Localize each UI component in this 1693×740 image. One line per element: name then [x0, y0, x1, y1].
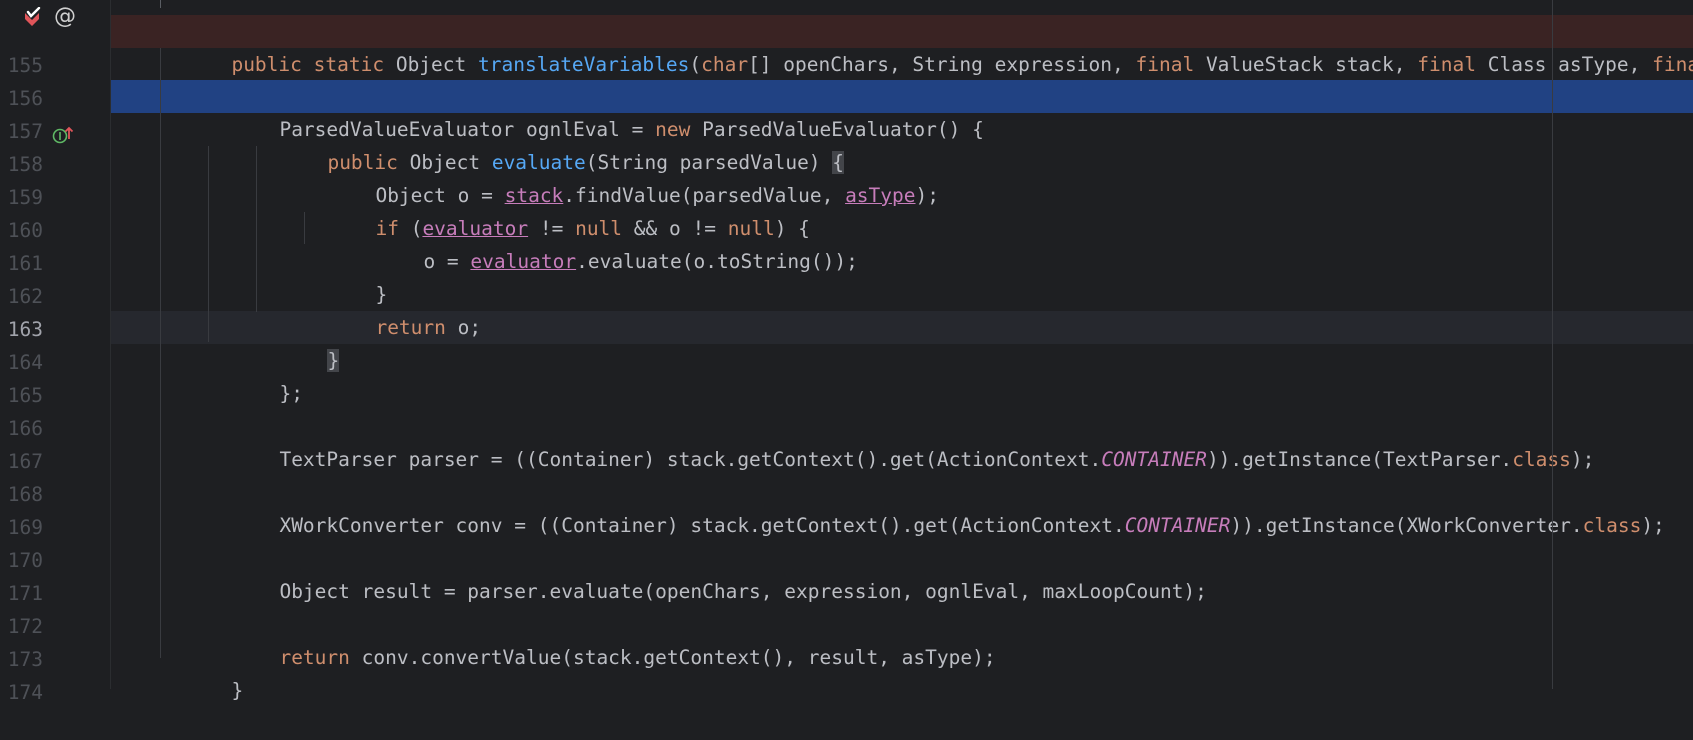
line-number[interactable]: 158: [0, 148, 43, 181]
keyword: public static: [231, 53, 396, 76]
code-line[interactable]: Object o = stack.findValue(parsedValue, …: [111, 146, 1693, 207]
line-number[interactable]: 167: [0, 445, 43, 478]
line-number[interactable]: 159: [0, 181, 43, 214]
code-text: XWorkConverter conv = ((Container) stack…: [279, 514, 1125, 537]
keyword: class: [1512, 448, 1571, 471]
code-line[interactable]: public Object evaluate(String parsedValu…: [111, 113, 1693, 174]
constant-reference: CONTAINER: [1124, 514, 1231, 537]
code-text: [] openChars, String expression,: [748, 53, 1136, 76]
keyword: char: [701, 53, 749, 76]
line-number[interactable]: 162: [0, 280, 43, 313]
right-margin-guide: [1552, 0, 1553, 689]
at-sign-icon[interactable]: @: [54, 4, 76, 29]
code-text: Object: [395, 53, 479, 76]
code-line[interactable]: TextParser parser = ((Container) stack.g…: [111, 410, 1693, 471]
line-number[interactable]: 156: [0, 82, 43, 115]
code-line[interactable]: ParsedValueEvaluator ognlEval = new Pars…: [111, 80, 1693, 141]
keyword: final: [1652, 53, 1693, 76]
code-line[interactable]: Object result = parser.evaluate(openChar…: [111, 542, 1693, 603]
implements-up-arrow-icon[interactable]: [52, 125, 74, 145]
line-number[interactable]: 169: [0, 511, 43, 544]
line-number[interactable]: 160: [0, 214, 43, 247]
code-editor[interactable]: public static Object translateVariables(…: [111, 0, 1693, 702]
line-number[interactable]: 165: [0, 379, 43, 412]
code-text: (: [689, 53, 702, 76]
line-number-gutter[interactable]: @ 155 156 157 158 159 160 161 162 163 16…: [0, 0, 111, 704]
method-name: translateVariables: [478, 53, 690, 76]
line-number-current[interactable]: 163: [0, 313, 43, 346]
keyword: class: [1582, 514, 1642, 537]
code-text: ValueStack stack,: [1205, 53, 1418, 76]
line-number[interactable]: 166: [0, 412, 43, 445]
line-number[interactable]: 155: [0, 49, 43, 82]
indent-guide: [160, 0, 161, 8]
code-line[interactable]: public static Object translateVariables(…: [111, 15, 1693, 76]
line-number[interactable]: 168: [0, 478, 43, 511]
keyword: final: [1135, 53, 1206, 76]
code-line-current[interactable]: }: [111, 311, 1693, 372]
code-line[interactable]: if (evaluator != null && o != null) {: [111, 179, 1693, 240]
keyword: final: [1417, 53, 1488, 76]
code-line[interactable]: XWorkConverter conv = ((Container) stack…: [111, 476, 1693, 537]
code-text: }: [231, 679, 244, 702]
code-line[interactable]: o = evaluator.evaluate(o.toString());: [111, 212, 1693, 273]
line-number[interactable]: 157: [0, 115, 43, 148]
line-number[interactable]: 173: [0, 643, 43, 676]
code-text: );: [1641, 514, 1665, 537]
constant-reference: CONTAINER: [1101, 448, 1207, 471]
line-number[interactable]: 170: [0, 544, 43, 577]
code-text: TextParser parser = ((Container) stack.g…: [279, 448, 1102, 471]
line-number[interactable]: 171: [0, 577, 43, 610]
code-line[interactable]: }: [111, 641, 1693, 702]
code-text: )).getInstance(XWorkConverter.: [1230, 514, 1583, 537]
code-text: };: [279, 382, 303, 405]
code-line[interactable]: }: [111, 245, 1693, 306]
code-line[interactable]: };: [111, 344, 1693, 405]
line-number[interactable]: 172: [0, 610, 43, 643]
code-text: Object result = parser.evaluate(openChar…: [279, 580, 1207, 603]
line-number[interactable]: 174: [0, 676, 43, 709]
line-number[interactable]: 164: [0, 346, 43, 379]
code-text: Class asType,: [1487, 53, 1653, 76]
code-line[interactable]: return o;: [111, 278, 1693, 339]
code-line[interactable]: return conv.convertValue(stack.getContex…: [111, 608, 1693, 669]
code-text: )).getInstance(TextParser.: [1206, 448, 1513, 471]
code-text: );: [1570, 448, 1595, 471]
breakpoint-check-icon[interactable]: [22, 7, 42, 27]
line-number[interactable]: 161: [0, 247, 43, 280]
